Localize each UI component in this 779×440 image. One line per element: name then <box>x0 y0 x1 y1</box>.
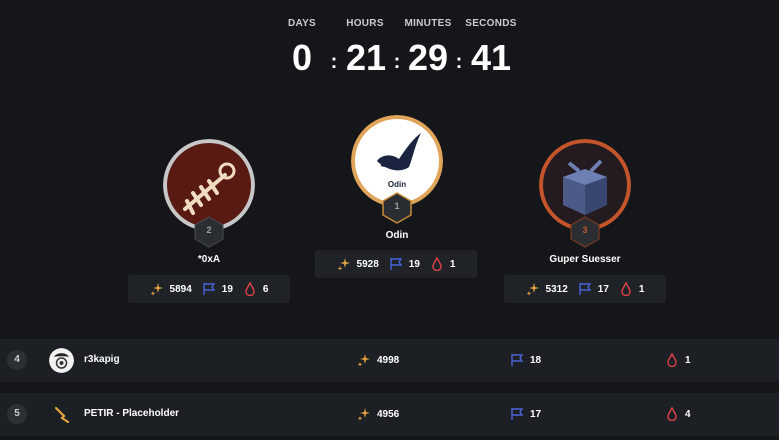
blood-drop-icon <box>665 406 679 422</box>
blood-drop-icon <box>243 281 257 297</box>
bloods-value: 1 <box>685 354 691 366</box>
flag-icon <box>578 282 592 296</box>
bloods-value: 1 <box>449 258 456 270</box>
rank-number: 4 <box>7 350 27 370</box>
team-stats: 5928 19 1 <box>315 250 477 278</box>
hours-label: HOURS <box>346 18 384 29</box>
flag-icon <box>510 353 524 367</box>
table-row[interactable]: 4 r3kapig 4998 18 1 <box>0 339 779 382</box>
blood-drop-icon <box>619 281 633 297</box>
flag-icon <box>510 407 524 421</box>
blood-drop-icon <box>430 256 444 272</box>
seconds-label: SECONDS <box>465 18 517 29</box>
flags-value: 17 <box>530 408 542 420</box>
avatar-caption: Odin <box>387 180 407 189</box>
points-value: 5312 <box>545 283 568 295</box>
rank-badge: 3 <box>570 216 600 248</box>
table-row[interactable]: 5 PETIR - Placeholder 4956 17 4 <box>0 393 779 436</box>
points-value: 5894 <box>169 283 192 295</box>
points-value: 4998 <box>377 354 400 366</box>
points-value: 4956 <box>377 408 400 420</box>
points-value: 5928 <box>356 258 379 270</box>
rank-number: 5 <box>7 404 27 424</box>
sparkle-icon <box>357 407 371 421</box>
team-name[interactable]: PETIR - Placeholder <box>84 408 179 419</box>
team-name: Guper Suesser <box>549 254 621 265</box>
sparkle-icon <box>337 257 351 271</box>
days-label: DAYS <box>287 18 317 29</box>
flag-icon <box>389 257 403 271</box>
flags-value: 19 <box>221 283 233 295</box>
bloods-value: 1 <box>638 283 645 295</box>
rank-number: 3 <box>582 225 588 235</box>
team-avatar <box>49 348 74 373</box>
bloods-value: 4 <box>685 408 691 420</box>
sparkle-icon <box>150 282 164 296</box>
sparkle-icon <box>526 282 540 296</box>
flags-value: 17 <box>597 283 609 295</box>
team-stats: 5312 17 1 <box>504 275 666 303</box>
sparkle-icon <box>357 353 371 367</box>
rank-number: 1 <box>394 201 400 211</box>
team-name: Odin <box>385 230 409 241</box>
rank-badge: 2 <box>194 216 224 248</box>
seconds-value: 41 <box>470 37 512 78</box>
team-name: *0xA <box>197 254 221 265</box>
rank-badge: 1 <box>382 192 412 224</box>
flags-value: 18 <box>530 354 542 366</box>
team-name[interactable]: r3kapig <box>84 354 120 365</box>
team-avatar <box>49 402 74 427</box>
bloods-value: 6 <box>262 283 269 295</box>
flags-value: 19 <box>408 258 420 270</box>
blood-drop-icon <box>665 352 679 368</box>
minutes-label: MINUTES <box>404 18 452 29</box>
team-stats: 5894 19 6 <box>128 275 290 303</box>
flag-icon <box>202 282 216 296</box>
rank-number: 2 <box>206 225 212 235</box>
scoreboard-page: DAYS HOURS MINUTES SECONDS 0 : 21 : 29 :… <box>0 0 779 440</box>
